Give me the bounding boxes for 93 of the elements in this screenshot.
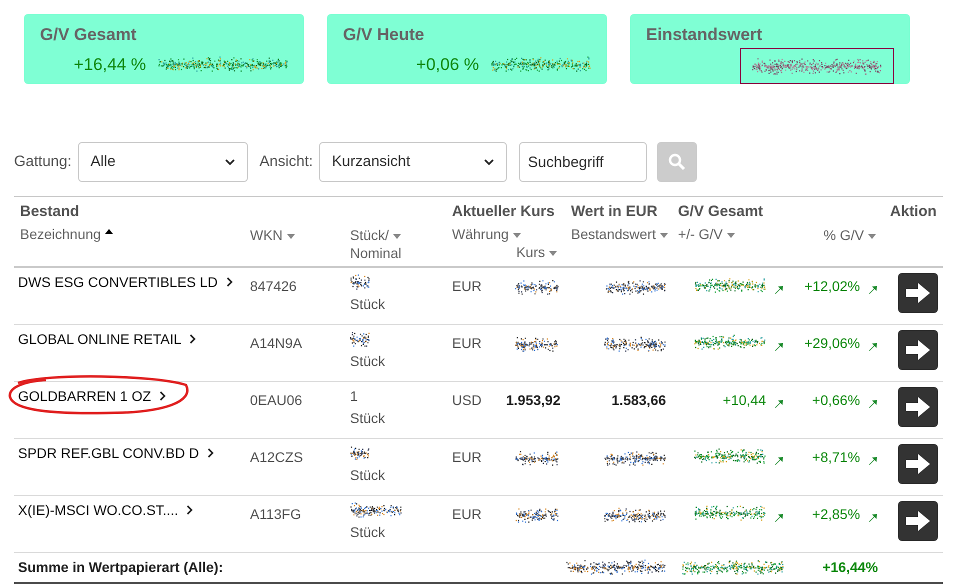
filter-select[interactable]: Kurzansicht: [318, 142, 507, 182]
summary-label: Summe in Wertpapierart (Alle):: [18, 558, 224, 575]
security-name-link[interactable]: GLOBAL ONLINE RETAIL: [18, 330, 182, 348]
currency-text: EUR: [452, 504, 483, 522]
action-button[interactable]: [898, 273, 938, 313]
right-arrow-icon: [905, 510, 932, 532]
action-button[interactable]: [898, 330, 938, 370]
redacted-value: [350, 502, 402, 518]
card-title: G/V Heute: [343, 24, 426, 46]
search-icon: [668, 153, 686, 171]
currency-text: USD: [452, 390, 483, 408]
column-heading[interactable]: Bezeichnung: [20, 226, 101, 242]
card-value: +0,06 %: [416, 54, 479, 76]
cell-value: 1.583,66: [612, 392, 666, 408]
security-name-link[interactable]: X(IE)-MSCI WO.CO.ST....: [18, 500, 178, 518]
chevron-right-icon[interactable]: [189, 334, 196, 344]
sort-down-icon[interactable]: [868, 234, 876, 239]
redacted-value: [515, 336, 560, 352]
wkn-text: A113FG: [250, 504, 302, 522]
redacted-value: [515, 506, 560, 523]
redacted-value: [604, 279, 666, 296]
sort-down-icon[interactable]: [512, 232, 521, 238]
sort-down-icon[interactable]: [392, 234, 401, 239]
chevron-right-icon[interactable]: [207, 448, 214, 458]
column-group-heading: G/V Gesamt: [678, 203, 764, 220]
action-button[interactable]: [898, 444, 938, 484]
card-title: G/V Gesamt: [40, 24, 138, 46]
column-heading[interactable]: WKN: [250, 227, 283, 243]
security-name-link[interactable]: GOLDBARREN 1 OZ: [18, 386, 152, 404]
column-group-heading: Aktueller Kurs: [452, 203, 555, 220]
redacted-value: [515, 450, 560, 466]
currency-text: EUR: [452, 334, 483, 352]
action-button[interactable]: [898, 386, 938, 426]
unit-text: Stück: [350, 522, 386, 540]
column-heading[interactable]: Stück/: [350, 227, 389, 243]
right-arrow-icon: [905, 396, 932, 418]
wkn-text: A14N9A: [250, 334, 304, 352]
chevron-right-icon[interactable]: [159, 390, 166, 400]
sort-down-icon[interactable]: [549, 250, 558, 256]
gain-percent: +2,85%: [812, 504, 860, 522]
redacted-value: [350, 274, 370, 290]
unit-text: Stück: [350, 466, 386, 484]
column-heading[interactable]: Kurs: [516, 244, 546, 260]
cell-value: 1.953,92: [506, 392, 560, 408]
column-heading[interactable]: Bestandswert: [571, 226, 656, 242]
currency-text: EUR: [452, 277, 483, 295]
wkn-text: 847426: [250, 277, 298, 295]
column-heading[interactable]: % G/V: [824, 227, 864, 243]
chevron-right-icon[interactable]: [186, 504, 194, 514]
security-name-link[interactable]: DWS ESG CONVERTIBLES LD: [18, 273, 218, 291]
cell-value: +10,44: [722, 390, 766, 408]
filter-select[interactable]: Alle: [78, 142, 248, 182]
currency-text: EUR: [452, 448, 483, 466]
right-arrow-icon: [905, 452, 932, 474]
action-button[interactable]: [898, 500, 938, 540]
right-arrow-icon: [905, 338, 932, 360]
summary-gain-percent: +16,44%: [822, 558, 878, 575]
redacted-value: [515, 279, 560, 296]
unit-text: Stück: [350, 295, 386, 313]
card-value: +16,44 %: [74, 54, 146, 76]
gain-percent: +12,02%: [804, 277, 860, 295]
unit-text: Stück: [350, 352, 386, 370]
redacted-value: [604, 506, 666, 523]
security-name-link[interactable]: SPDR REF.GBL CONV.BD D: [18, 444, 200, 462]
dropdown-caret-icon: [224, 158, 235, 166]
right-arrow-icon: [905, 282, 932, 304]
sort-down-icon[interactable]: [660, 232, 668, 238]
unit-text: Stück: [350, 408, 386, 426]
filter-label: Gattung:: [14, 152, 72, 172]
redacted-value: [604, 450, 666, 466]
dropdown-caret-icon: [484, 158, 494, 166]
sort-up-icon[interactable]: [104, 228, 113, 234]
column-heading[interactable]: Nominal: [350, 245, 402, 261]
redacted-value: [350, 444, 370, 460]
wkn-text: 0EAU06: [250, 390, 304, 408]
redacted-value: [350, 330, 370, 346]
chevron-right-icon[interactable]: [226, 277, 233, 287]
column-heading[interactable]: Währung: [452, 226, 509, 242]
column-group-heading: Bestand: [20, 203, 80, 220]
column-heading[interactable]: +/- G/V: [678, 226, 723, 242]
sort-down-icon[interactable]: [726, 232, 735, 238]
search-field[interactable]: Suchbegriff: [518, 142, 647, 182]
filter-label: Ansicht:: [260, 152, 313, 172]
wkn-text: A12CZS: [250, 448, 304, 466]
column-group-heading: Wert in EUR: [571, 203, 658, 220]
cell-value: 1: [350, 386, 358, 404]
gain-percent: +0,66%: [812, 390, 860, 408]
column-group-heading: Aktion: [890, 203, 937, 220]
gain-percent: +29,06%: [804, 334, 860, 352]
gain-percent: +8,71%: [812, 448, 860, 466]
redacted-value: [604, 336, 666, 352]
sort-down-icon[interactable]: [286, 234, 295, 239]
card-title: Einstandswert: [646, 24, 764, 46]
